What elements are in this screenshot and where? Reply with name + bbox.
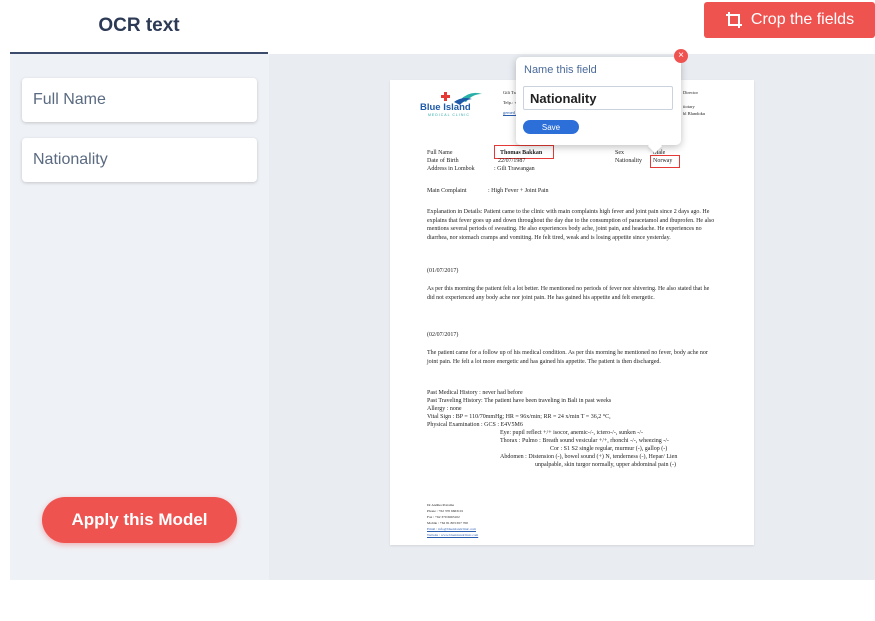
address-label: Address in Lombok: [427, 166, 475, 172]
field-card-nationality[interactable]: Nationality: [22, 138, 257, 182]
history-line: Physical Examination : GCS : E4V5M6: [427, 422, 523, 428]
history-line: Past Traveling History: The patient have…: [427, 398, 612, 404]
footer-line: Dr Andika Pratama: [427, 503, 455, 507]
footer-line: Fax : +62 370 6663102: [427, 515, 460, 519]
field-label: Full Name: [33, 91, 106, 108]
field-name-input[interactable]: [523, 86, 673, 110]
complaint-value: : High Fever + Joint Pain: [488, 188, 549, 194]
explanation-text: Explanation in Details: Patient came to …: [427, 209, 715, 241]
apply-model-button[interactable]: Apply this Model: [42, 497, 237, 543]
footer-line: Phone : +62 370 6663101: [427, 509, 464, 513]
address-value: : Gili Trawangan: [494, 166, 535, 172]
history-line: Past Medical History : never had before: [427, 390, 523, 396]
header-line: Director: [683, 90, 698, 95]
field-label: Nationality: [33, 151, 108, 168]
crop-fields-button[interactable]: Crop the fields: [704, 2, 875, 38]
date-2: (02/07/2017): [427, 332, 459, 338]
logo-subtitle: MEDICAL CLINIC: [428, 113, 470, 117]
dob-value: 22/07/1987: [498, 158, 526, 164]
footer-line: Email : info@blueislandclinic.com: [427, 527, 477, 531]
followup-text-2: The patient came for a follow up of his …: [427, 350, 708, 365]
full-name-label: Full Name: [427, 150, 453, 156]
field-card-full-name[interactable]: Full Name: [22, 78, 257, 122]
history-line: Cor : S1 S2 single regular, murmur (-), …: [550, 446, 668, 452]
header-line: bl Blandoku: [683, 111, 706, 116]
nationality-highlight[interactable]: [650, 155, 680, 168]
sex-label: Sex: [615, 150, 624, 156]
history-line: Abdomen : Distension (-), bowel sound (+…: [500, 454, 678, 460]
nationality-label: Nationality: [615, 158, 642, 164]
history-line: Eye: pupil reflect +/+ isocor, anemic-/-…: [500, 430, 643, 436]
history-line: Allergy : none: [427, 406, 462, 412]
history-line: Thorax : Pulmo : Breath sound vesicular …: [500, 438, 669, 444]
footer-line: Website : www.blueislandclinic.com: [427, 533, 479, 537]
fields-panel: Full Name Nationality Apply this Model: [10, 54, 269, 580]
crop-icon: [725, 11, 743, 29]
complaint-label: Main Complaint: [427, 188, 467, 194]
dob-label: Date of Birth: [427, 158, 459, 164]
history-line: unpalpable, skin turgor normally, upper …: [535, 462, 676, 468]
name-field-popup: Name this field Save: [516, 57, 681, 145]
document-page: Blue Island MEDICAL CLINIC Gili Trawan T…: [390, 80, 754, 545]
history-line: Vital Sign : BP = 110/70mmHg; HR = 96x/m…: [427, 414, 611, 420]
footer-line: Mobile : +62 81 803 657 700: [427, 521, 469, 525]
popup-title: Name this field: [524, 64, 597, 76]
crop-fields-label: Crop the fields: [750, 11, 855, 28]
logo-text: Blue Island: [420, 102, 471, 113]
tab-ocr-text[interactable]: OCR text: [10, 0, 268, 54]
save-button[interactable]: Save: [523, 120, 579, 134]
header-line: iiotary: [683, 104, 695, 109]
close-icon[interactable]: ×: [674, 49, 688, 63]
full-name-highlight[interactable]: [494, 145, 554, 159]
date-1: (01/07/2017): [427, 268, 459, 274]
followup-text-1: As per this morning the patient felt a l…: [427, 286, 710, 301]
